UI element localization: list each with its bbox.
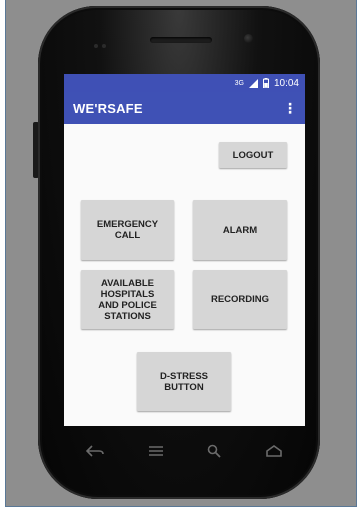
front-camera — [244, 34, 253, 43]
nav-bar — [64, 426, 305, 476]
menu-icon[interactable] — [148, 445, 164, 457]
logout-button[interactable]: LOGOUT — [219, 142, 287, 168]
back-icon[interactable] — [85, 445, 104, 457]
home-icon[interactable] — [265, 445, 283, 457]
alarm-button[interactable]: ALARM — [193, 200, 287, 260]
app-screen: 3G 10:04 WE'RSAFE ⋮ LOGOUT EMERGENCY CAL… — [64, 74, 305, 426]
hospitals-police-button[interactable]: AVAILABLE HOSPITALS AND POLICE STATIONS — [81, 270, 174, 329]
main-content: LOGOUT EMERGENCY CALL ALARM AVAILABLE HO… — [64, 124, 305, 426]
dstress-button[interactable]: D-STRESS BUTTON — [137, 352, 231, 411]
recording-button[interactable]: RECORDING — [193, 270, 287, 329]
search-icon[interactable] — [207, 444, 222, 458]
battery-icon — [262, 78, 269, 88]
app-title: WE'RSAFE — [73, 100, 143, 116]
proximity-sensor — [94, 44, 98, 48]
signal-icon — [248, 78, 258, 88]
network-icon: 3G — [234, 79, 244, 87]
emergency-call-button[interactable]: EMERGENCY CALL — [81, 200, 174, 260]
app-bar: WE'RSAFE ⋮ — [64, 92, 305, 124]
earpiece-speaker — [150, 37, 212, 43]
status-bar: 3G 10:04 — [64, 74, 305, 92]
overflow-menu-icon[interactable]: ⋮ — [283, 101, 297, 115]
clock: 10:04 — [273, 77, 299, 89]
light-sensor — [102, 44, 106, 48]
